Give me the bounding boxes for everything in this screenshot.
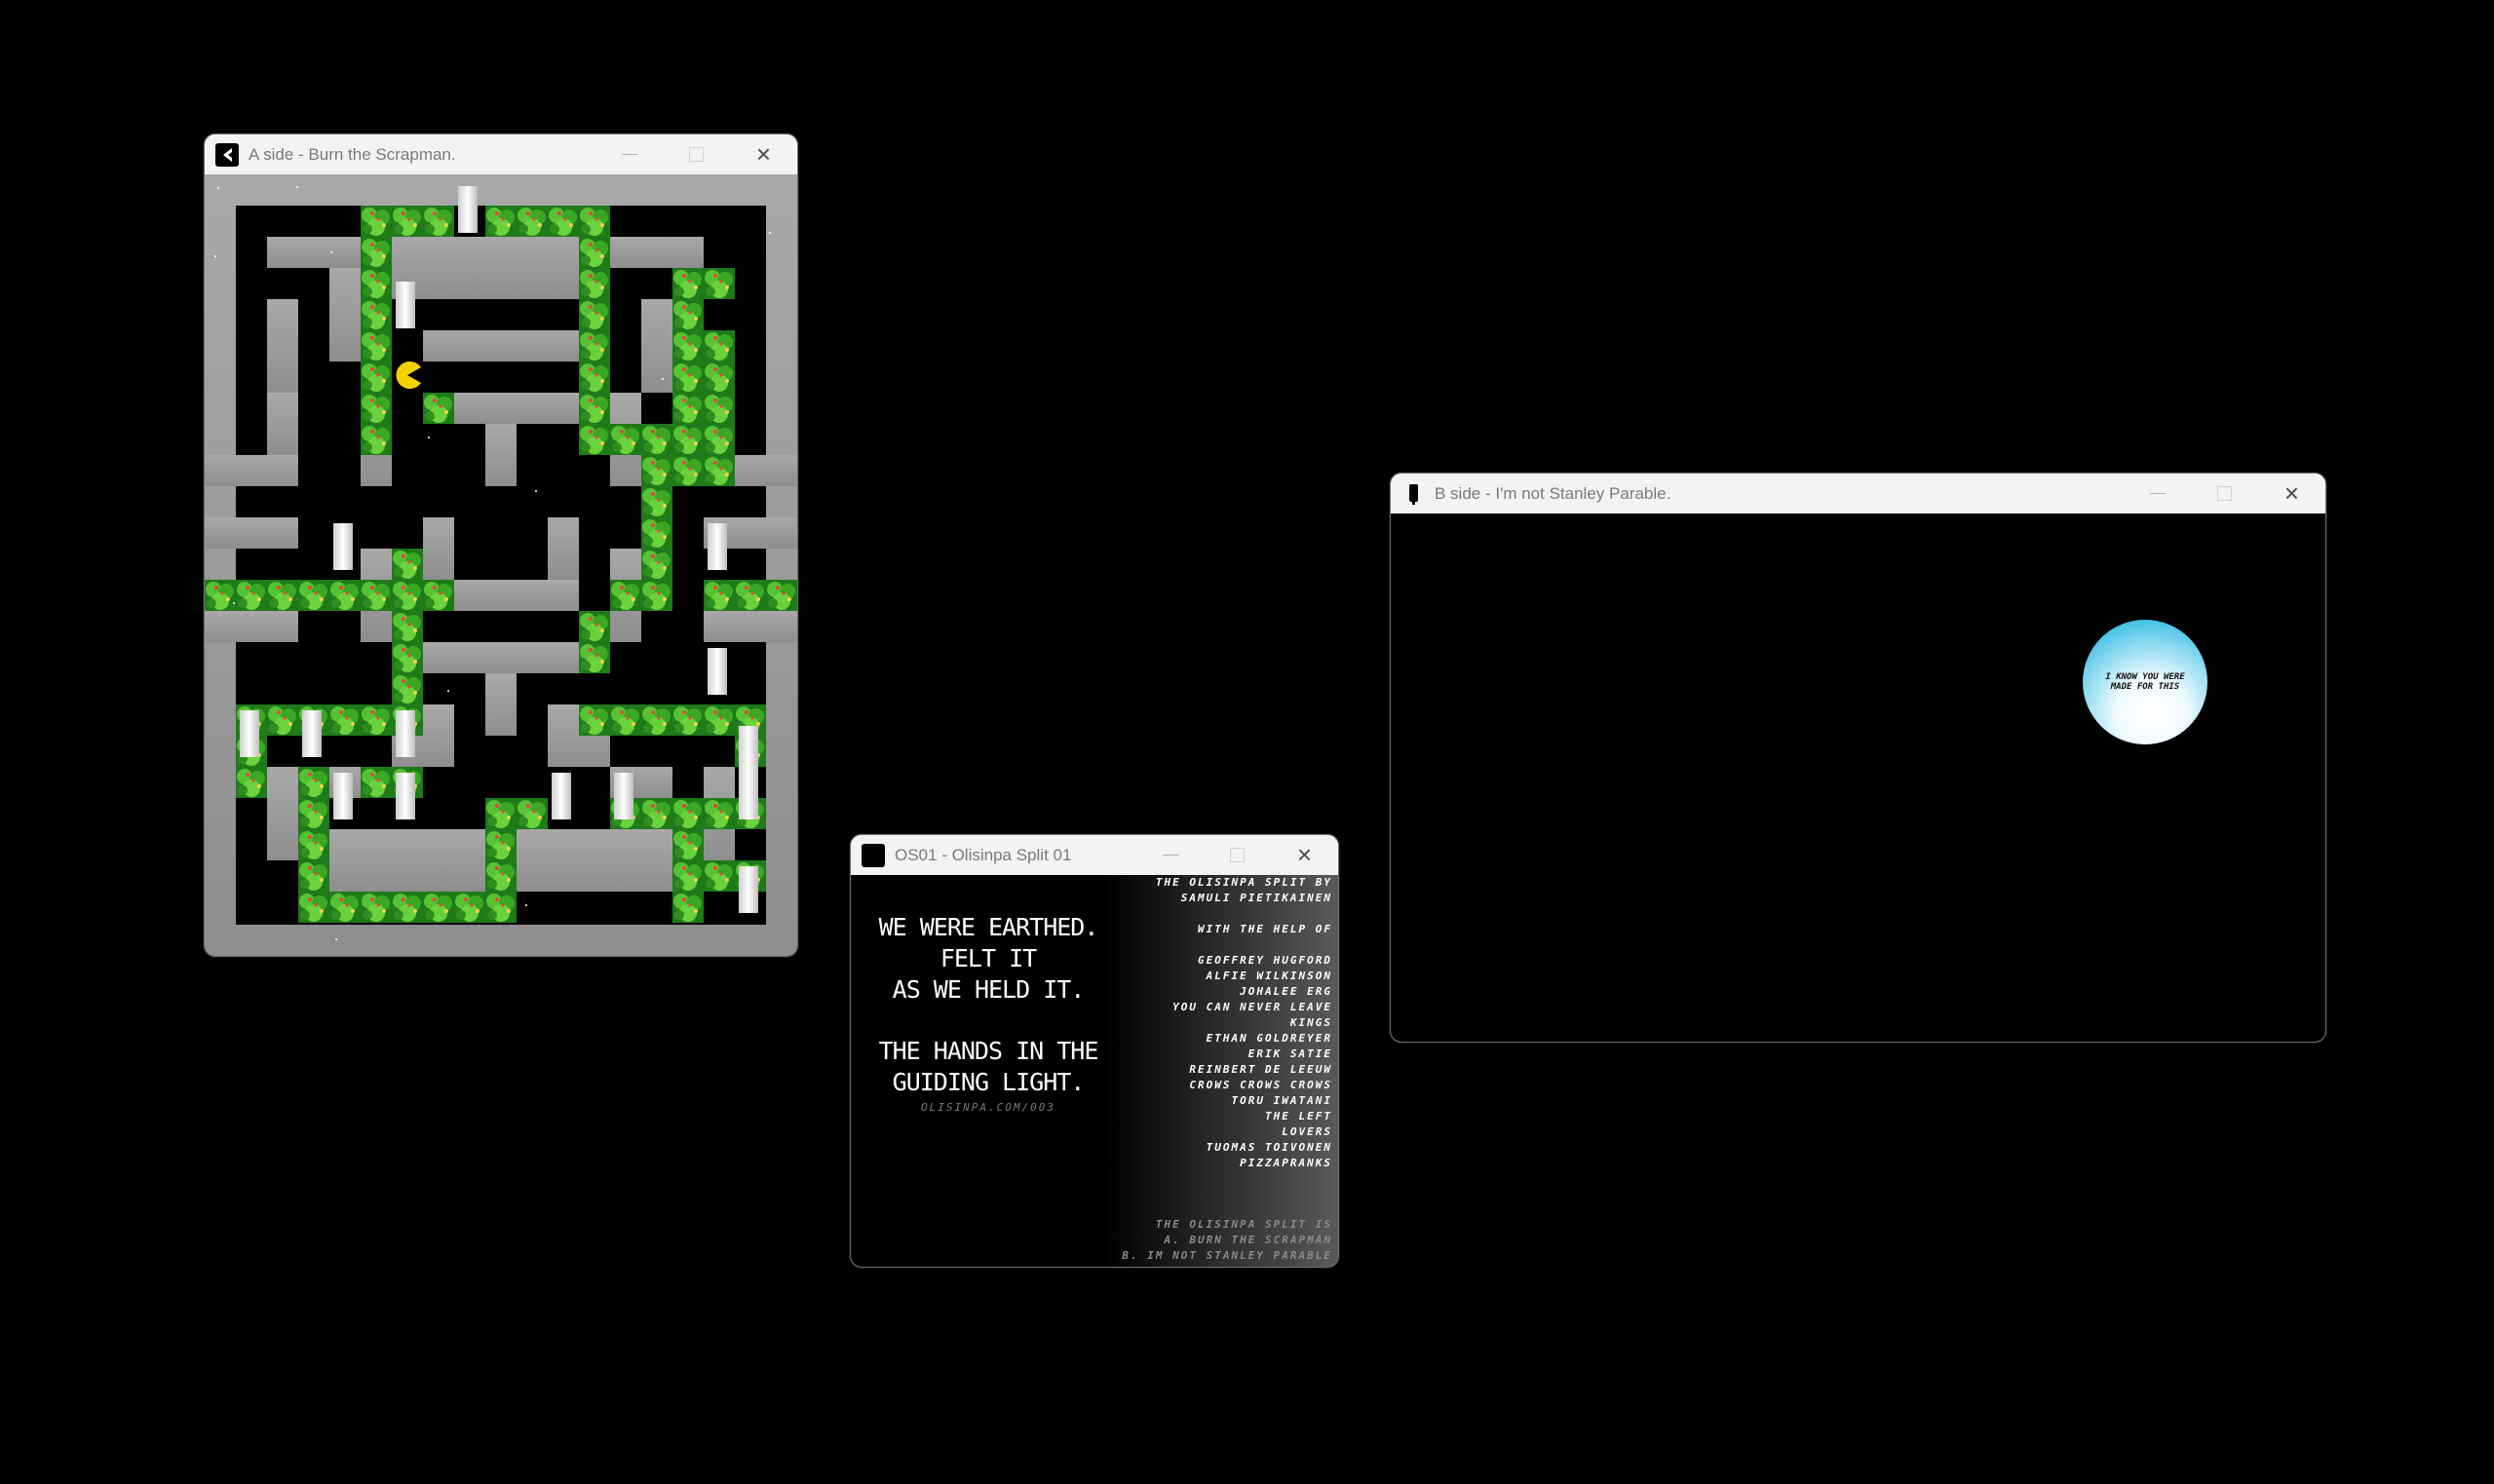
game-canvas[interactable] [205, 174, 797, 956]
credits-screen: WE WERE EARTHED. FELT IT AS WE HELD IT. … [851, 875, 1338, 1267]
minimize-icon [2149, 493, 2166, 494]
glowing-orb[interactable]: I KNOW YOU WERE MADE FOR THIS [2083, 620, 2207, 744]
credit-line: TORU IWATANI [1231, 1094, 1332, 1107]
window-os01[interactable]: OS01 - Olisinpa Split 01 × WE WERE EARTH… [850, 834, 1339, 1268]
app-icon [215, 142, 239, 167]
maximize-button[interactable] [663, 134, 730, 174]
credit-line: YOU CAN NEVER LEAVE [1172, 1001, 1332, 1013]
close-icon: × [755, 139, 772, 169]
orb-text: I KNOW YOU WERE MADE FOR THIS [2105, 672, 2185, 692]
app-icon [1401, 482, 1425, 506]
credit-line: THE LEFT [1265, 1110, 1332, 1123]
credit-line: TUOMAS TOIVONEN [1206, 1141, 1332, 1154]
close-icon: × [2283, 478, 2300, 508]
poem-block-1: WE WERE EARTHED. FELT IT AS WE HELD IT. [851, 912, 1126, 1006]
poem-line: AS WE HELD IT. [892, 975, 1086, 1004]
split-info: THE OLISINPA SPLIT IS A. BURN THE SCRAPM… [1098, 1217, 1332, 1264]
credit-line: SAMULI PIETIKAINEN [1180, 892, 1332, 904]
app-icon [862, 843, 885, 867]
maximize-icon [2217, 486, 2232, 501]
game-canvas[interactable]: I KNOW YOU WERE MADE FOR THIS [1391, 514, 2325, 1042]
minimize-icon [1162, 855, 1178, 856]
window-b-side[interactable]: B side - I'm not Stanley Parable. × I KN… [1390, 473, 2326, 1043]
split-line: THE OLISINPA SPLIT IS [1155, 1218, 1332, 1231]
credit-line: ALFIE WILKINSON [1206, 970, 1332, 982]
close-button[interactable]: × [1271, 835, 1338, 875]
minimize-icon [621, 154, 637, 155]
poem-line: WE WERE EARTHED. [878, 913, 1099, 941]
poem-block-2: THE HANDS IN THE GUIDING LIGHT. [851, 1036, 1126, 1098]
credit-line: PIZZAPRANKS [1240, 1157, 1332, 1169]
split-line: B. IM NOT STANLEY PARABLE [1122, 1249, 1332, 1262]
maze-map [205, 174, 797, 956]
titlebar[interactable]: OS01 - Olisinpa Split 01 × [851, 835, 1338, 875]
credit-line: ETHAN GOLDREYER [1206, 1032, 1332, 1045]
maximize-icon [1230, 848, 1245, 862]
close-button[interactable]: × [730, 134, 797, 174]
close-button[interactable]: × [2258, 474, 2325, 514]
poem-line: THE HANDS IN THE [878, 1037, 1099, 1065]
titlebar[interactable]: B side - I'm not Stanley Parable. × [1391, 474, 2325, 514]
close-icon: × [1296, 840, 1313, 869]
maximize-button[interactable] [2191, 474, 2258, 514]
credit-line: JOHALEE ERG [1240, 985, 1332, 998]
titlebar[interactable]: A side - Burn the Scrapman. × [205, 134, 797, 174]
minimize-button[interactable] [1136, 835, 1204, 875]
credit-line: GEOFFREY HUGFORD [1198, 954, 1332, 967]
split-line: A. BURN THE SCRAPMAN [1164, 1234, 1332, 1246]
credit-line: REINBERT DE LEEUW [1189, 1063, 1332, 1076]
maximize-button[interactable] [1204, 835, 1271, 875]
credit-line: ERIK SATIE [1247, 1047, 1332, 1060]
poem-line: GUIDING LIGHT. [892, 1068, 1086, 1096]
credit-line: KINGS [1289, 1016, 1332, 1029]
window-title: OS01 - Olisinpa Split 01 [895, 845, 1072, 864]
credit-line: CROWS CROWS CROWS [1189, 1079, 1332, 1091]
window-title: B side - I'm not Stanley Parable. [1435, 483, 1671, 503]
credit-line: WITH THE HELP OF [1198, 923, 1332, 935]
minimize-button[interactable] [595, 134, 663, 174]
window-title: A side - Burn the Scrapman. [249, 144, 456, 164]
credit-line: THE OLISINPA SPLIT BY [1155, 876, 1332, 889]
window-a-side[interactable]: A side - Burn the Scrapman. × [204, 133, 798, 957]
credit-line: LOVERS [1282, 1125, 1332, 1138]
credits-list: THE OLISINPA SPLIT BY SAMULI PIETIKAINEN… [1108, 875, 1332, 1171]
website-url: OLISINPA.COM/003 [921, 1101, 1055, 1114]
poem-line: FELT IT [940, 944, 1037, 972]
maximize-icon [689, 147, 704, 162]
minimize-button[interactable] [2124, 474, 2191, 514]
